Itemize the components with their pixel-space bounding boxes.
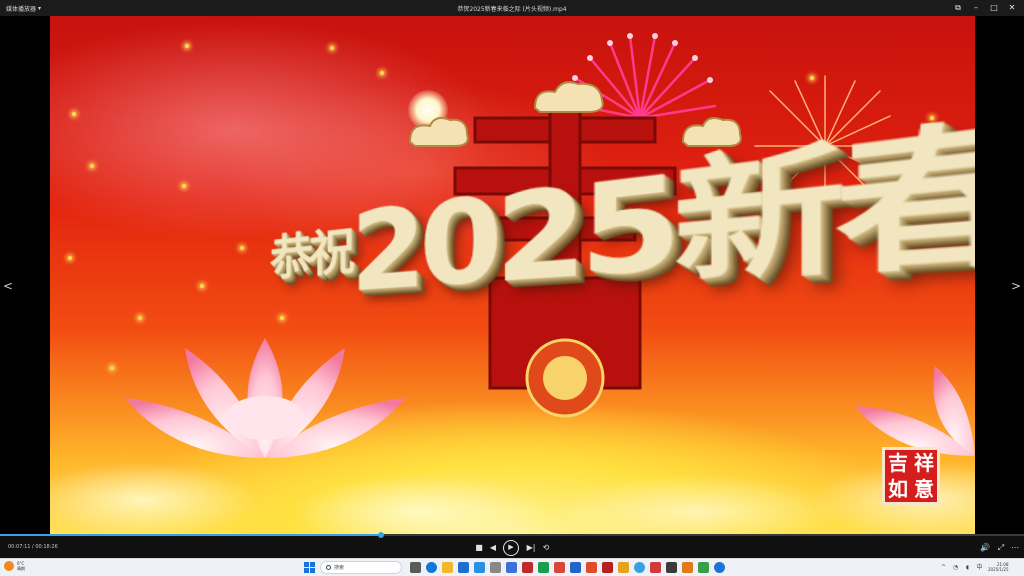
progress-thumb[interactable] — [378, 532, 384, 538]
sparkle — [380, 71, 384, 75]
app-icon[interactable] — [490, 562, 501, 573]
time-readout: 00:07:11 / 00:18:26 — [8, 544, 58, 550]
sparkle — [90, 164, 94, 168]
start-button[interactable] — [304, 562, 315, 573]
app-icon[interactable] — [618, 562, 629, 573]
previous-button[interactable]: ◀ — [486, 541, 500, 555]
search-placeholder: 搜索 — [334, 564, 344, 571]
search-icon — [326, 565, 331, 570]
sparkle — [110, 366, 114, 370]
chevron-up-icon[interactable]: ^ — [940, 564, 947, 571]
app-icon[interactable] — [682, 562, 693, 573]
weather-text: 6°C 晴朗 — [17, 561, 25, 571]
store-icon[interactable] — [458, 562, 469, 573]
seal-char: 吉 — [885, 453, 911, 473]
sparkle — [200, 284, 204, 288]
network-icon[interactable]: ◔ — [952, 564, 959, 571]
app-icon[interactable] — [570, 562, 581, 573]
more-options-icon[interactable]: ⋯ — [1008, 541, 1022, 555]
sparkle — [240, 246, 244, 250]
video-stage[interactable]: < > 恭祝2025新春来临之际 吉 祥 如 意 — [0, 16, 1024, 536]
window-title: 恭贺2025新春来临之际 (片头视频).mp4 — [0, 4, 1024, 13]
task-view-icon[interactable] — [410, 562, 421, 573]
app-icon[interactable] — [538, 562, 549, 573]
sparkle — [68, 256, 72, 260]
minimize-button[interactable]: – — [970, 2, 982, 14]
seal-stamp: 吉 祥 如 意 — [882, 447, 940, 505]
clock-date: 2025/1/25 — [988, 567, 1009, 572]
close-button[interactable]: ✕ — [1006, 2, 1018, 14]
video-frame[interactable]: 恭祝2025新春来临之际 吉 祥 如 意 — [50, 16, 975, 536]
seal-char: 如 — [885, 479, 911, 499]
app-icon[interactable] — [474, 562, 485, 573]
title-prefix: 恭祝 — [270, 223, 351, 286]
taskbar-search[interactable]: 搜索 — [320, 561, 402, 574]
weather-widget[interactable]: 6°C 晴朗 — [4, 561, 25, 571]
app-icon[interactable] — [650, 562, 661, 573]
app-icon[interactable] — [586, 562, 597, 573]
app-icon[interactable] — [698, 562, 709, 573]
sparkle — [182, 184, 186, 188]
window-titlebar: 媒体播放器 ▾ 恭贺2025新春来临之际 (片头视频).mp4 ⧉ – □ ✕ — [0, 0, 1024, 16]
input-method-icon[interactable]: 中 — [976, 564, 983, 571]
app-icon[interactable] — [506, 562, 517, 573]
volume-icon[interactable]: 🔊 — [978, 541, 992, 555]
cloud-scroll-left — [405, 112, 475, 152]
file-explorer-icon[interactable] — [442, 562, 453, 573]
sparkle — [72, 112, 76, 116]
media-player-icon[interactable] — [714, 562, 725, 573]
progress-fill — [0, 534, 381, 536]
maximize-button[interactable]: □ — [988, 2, 1000, 14]
seal-char: 祥 — [911, 453, 937, 473]
golden-clouds — [50, 416, 975, 536]
taskbar: 6°C 晴朗 搜索 ^ ◔ ◖ 中 21:08 2025/1/25 — [0, 558, 1024, 576]
chrome-icon[interactable] — [634, 562, 645, 573]
prev-nav-arrow[interactable]: < — [0, 272, 16, 300]
app-icon[interactable] — [554, 562, 565, 573]
app-icon[interactable] — [522, 562, 533, 573]
weather-desc: 晴朗 — [17, 566, 25, 571]
weather-icon — [4, 561, 14, 571]
player-controls: 00:07:11 / 00:18:26 ■ ◀ ▶ ▶| ⟲ 🔊 ⤢ ⋯ — [0, 534, 1024, 558]
sparkle — [185, 44, 189, 48]
repeat-icon[interactable]: ⟲ — [539, 541, 553, 555]
next-nav-arrow[interactable]: > — [1008, 272, 1024, 300]
next-button[interactable]: ▶| — [524, 541, 538, 555]
volume-tray-icon[interactable]: ◖ — [964, 564, 971, 571]
progress-bar[interactable] — [0, 534, 1024, 536]
sparkle — [330, 46, 334, 50]
edge-browser-icon[interactable] — [426, 562, 437, 573]
sparkle — [138, 316, 142, 320]
stop-button[interactable]: ■ — [472, 541, 486, 555]
app-icon[interactable] — [666, 562, 677, 573]
restore-icon[interactable]: ⧉ — [952, 2, 964, 14]
play-button[interactable]: ▶ — [503, 540, 519, 556]
cloud-scroll-top — [530, 76, 610, 116]
app-icon[interactable] — [602, 562, 613, 573]
system-clock[interactable]: 21:08 2025/1/25 — [988, 562, 1009, 572]
fullscreen-icon[interactable]: ⤢ — [994, 541, 1008, 555]
seal-char: 意 — [911, 479, 937, 499]
